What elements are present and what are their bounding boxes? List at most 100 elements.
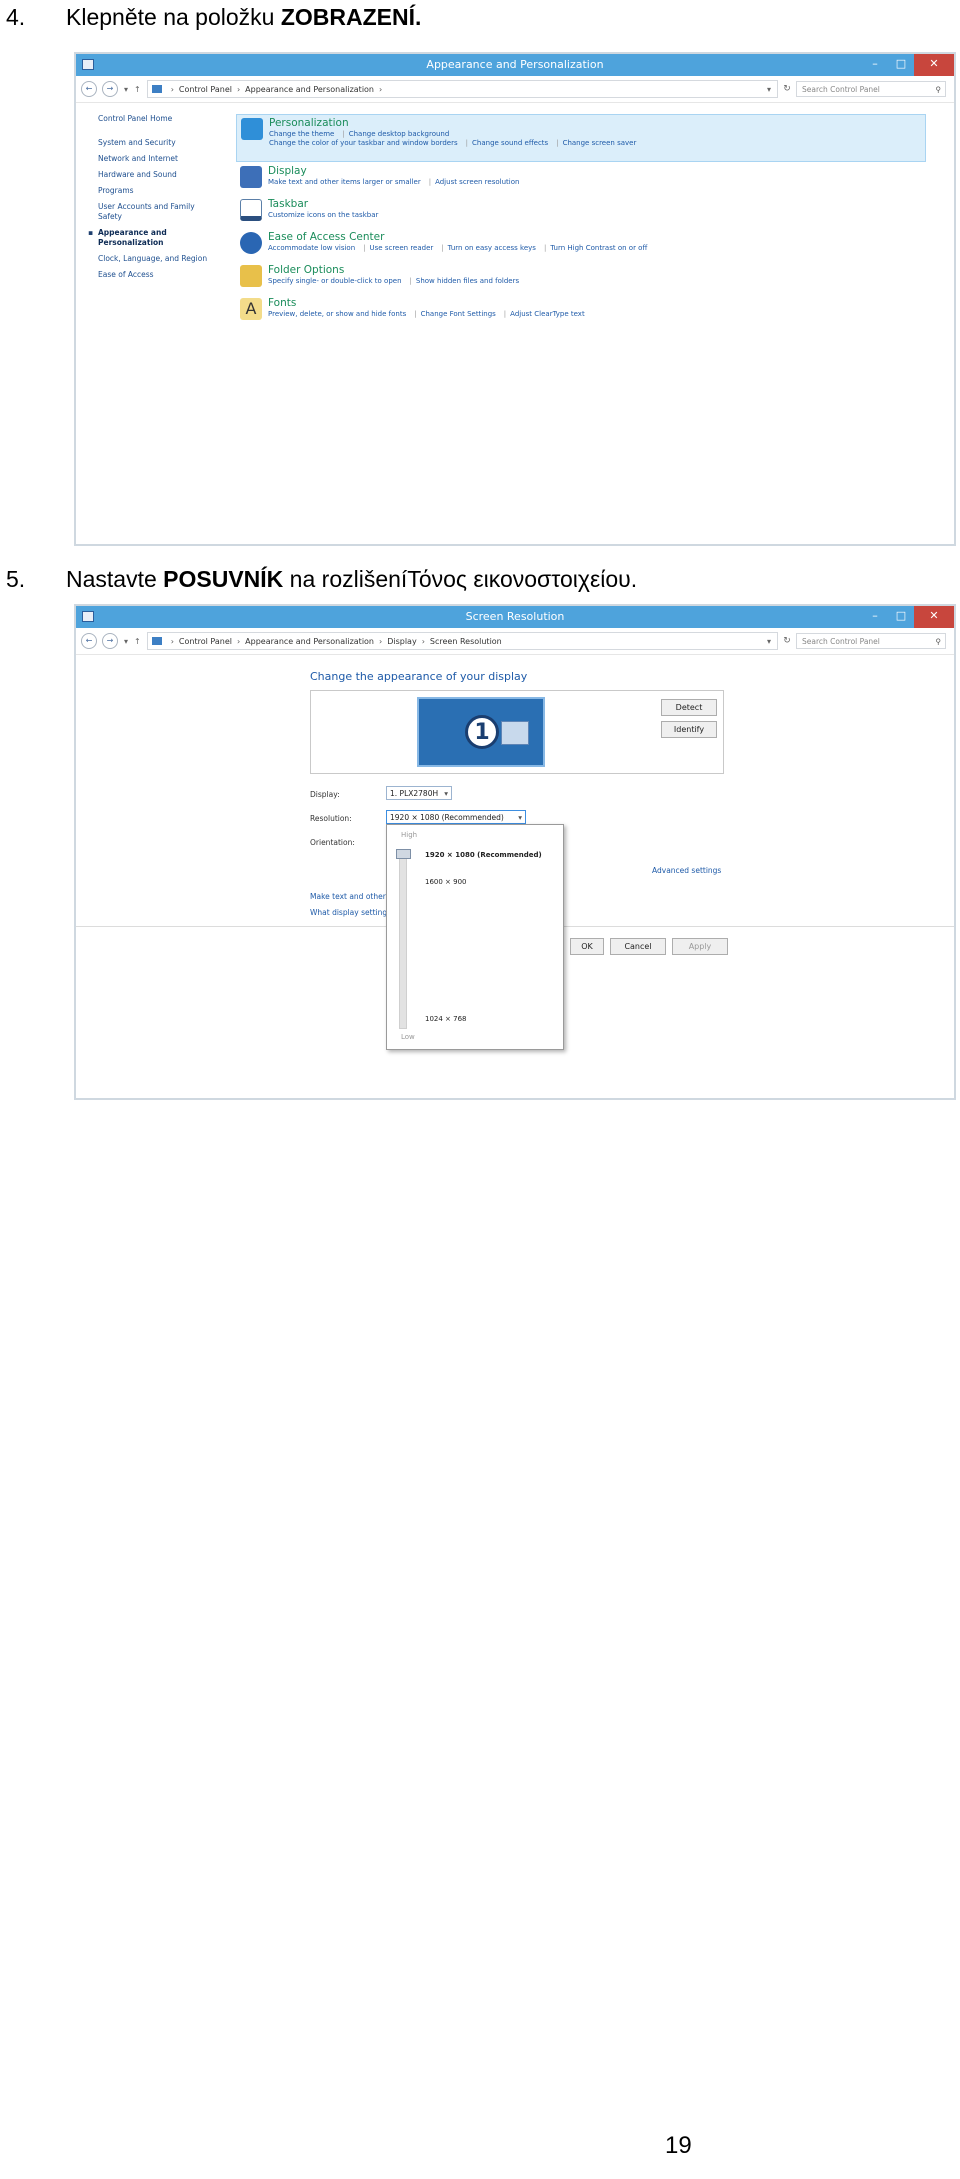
sidebar-item-hardware[interactable]: Hardware and Sound — [98, 170, 228, 180]
control-panel-icon — [151, 637, 162, 645]
breadcrumb-item[interactable]: Control Panel — [179, 85, 232, 94]
up-icon[interactable]: ↑ — [134, 85, 141, 94]
window-icon — [82, 611, 94, 622]
close-icon[interactable]: ✕ — [914, 606, 954, 628]
close-icon[interactable]: ✕ — [914, 54, 954, 76]
breadcrumb[interactable]: › Control Panel › Appearance and Persona… — [146, 632, 778, 650]
page-number: 19 — [665, 2132, 692, 2159]
sidebar-item-clock[interactable]: Clock, Language, and Region — [98, 254, 228, 264]
maximize-icon[interactable]: □ — [888, 606, 914, 628]
link[interactable]: Make text and other items larger or smal… — [268, 178, 421, 186]
link[interactable]: Accommodate low vision — [268, 244, 355, 252]
display-select[interactable]: 1. PLX2780H ▾ — [386, 786, 452, 800]
link[interactable]: Customize icons on the taskbar — [268, 211, 378, 219]
window-title: Appearance and Personalization — [426, 58, 604, 71]
ok-button[interactable]: OK — [570, 938, 604, 955]
sidebar-item-ease[interactable]: Ease of Access — [98, 270, 228, 280]
breadcrumb-item[interactable]: Appearance and Personalization — [245, 637, 374, 646]
back-icon[interactable]: ← — [81, 633, 97, 649]
up-icon[interactable]: ↑ — [134, 637, 141, 646]
slider-option[interactable]: 1024 × 768 — [425, 1015, 467, 1023]
screenshot-appearance-window: Appearance and Personalization – □ ✕ ← →… — [74, 52, 956, 546]
cancel-button[interactable]: Cancel — [610, 938, 666, 955]
link[interactable]: Show hidden files and folders — [416, 277, 519, 285]
resolution-label: Resolution: — [310, 814, 352, 823]
address-dropdown-icon[interactable]: ▾ — [767, 637, 771, 646]
breadcrumb[interactable]: › Control Panel › Appearance and Persona… — [146, 80, 778, 98]
monitor-number: 1 — [465, 715, 499, 749]
forward-icon[interactable]: → — [102, 81, 118, 97]
breadcrumb-item[interactable]: Screen Resolution — [430, 637, 502, 646]
chevron-down-icon: ▾ — [444, 789, 448, 798]
link[interactable]: Change desktop background — [349, 130, 450, 138]
step-5-instruction: 5. Nastavte POSUVNÍK na rozlišeníΤόνος ει… — [6, 566, 637, 593]
step-number: 4. — [6, 4, 26, 30]
link[interactable]: Turn on easy access keys — [448, 244, 536, 252]
link[interactable]: Change Font Settings — [421, 310, 496, 318]
back-icon[interactable]: ← — [81, 81, 97, 97]
advanced-settings-link[interactable]: Advanced settings — [652, 866, 721, 875]
link[interactable]: Specify single- or double-click to open — [268, 277, 402, 285]
sidebar-item-home[interactable]: Control Panel Home — [98, 114, 228, 124]
link[interactable]: Preview, delete, or show and hide fonts — [268, 310, 406, 318]
breadcrumb-item[interactable]: Appearance and Personalization — [245, 85, 374, 94]
search-icon: ⚲ — [935, 84, 942, 94]
category-ease-of-access[interactable]: Ease of Access Center Accommodate low vi… — [236, 229, 926, 261]
link[interactable]: Change sound effects — [472, 139, 548, 147]
step-number: 5. — [6, 566, 26, 592]
refresh-icon[interactable]: ↻ — [778, 84, 796, 94]
slider-option[interactable]: 1600 × 900 — [425, 878, 467, 886]
slider-option[interactable]: 1920 × 1080 (Recommended) — [425, 851, 542, 859]
recent-dropdown-icon[interactable]: ▾ — [124, 637, 128, 646]
detect-button[interactable]: Detect — [661, 699, 717, 716]
sidebar-item-programs[interactable]: Programs — [98, 186, 228, 196]
title-bar: Screen Resolution – □ ✕ — [76, 606, 954, 628]
resolution-select[interactable]: 1920 × 1080 (Recommended) ▾ — [386, 810, 526, 824]
minimize-icon[interactable]: – — [862, 606, 888, 628]
search-input[interactable]: Search Control Panel ⚲ — [796, 81, 946, 97]
category-display[interactable]: Display Make text and other items larger… — [236, 163, 926, 195]
category-folder-options[interactable]: Folder Options Specify single- or double… — [236, 262, 926, 294]
chevron-down-icon: ▾ — [518, 813, 522, 822]
link[interactable]: Adjust screen resolution — [435, 178, 519, 186]
recent-dropdown-icon[interactable]: ▾ — [124, 85, 128, 94]
category-fonts[interactable]: A Fonts Preview, delete, or show and hid… — [236, 295, 926, 327]
resolution-slider-thumb[interactable] — [396, 849, 411, 859]
sidebar-item-system[interactable]: System and Security — [98, 138, 228, 148]
link[interactable]: Turn High Contrast on or off — [550, 244, 647, 252]
step-keyword: POSUVNÍK — [163, 566, 284, 592]
apply-button[interactable]: Apply — [672, 938, 728, 955]
display-label: Display: — [310, 790, 340, 799]
address-dropdown-icon[interactable]: ▾ — [767, 85, 771, 94]
link[interactable]: Change the color of your taskbar and win… — [269, 139, 458, 147]
page-heading: Change the appearance of your display — [310, 670, 528, 683]
step-keyword: ZOBRAZENÍ. — [280, 4, 422, 30]
step-text: Klepněte na položku — [66, 4, 281, 30]
link[interactable]: Adjust ClearType text — [510, 310, 585, 318]
link[interactable]: Change the theme — [269, 130, 334, 138]
step-text: Nastavte — [66, 566, 164, 592]
resolution-slider-track[interactable] — [399, 849, 407, 1029]
sidebar-item-network[interactable]: Network and Internet — [98, 154, 228, 164]
identify-button[interactable]: Identify — [661, 721, 717, 738]
link[interactable]: Use screen reader — [370, 244, 434, 252]
sidebar-item-appearance[interactable]: Appearance and Personalization — [88, 228, 178, 248]
make-text-link[interactable]: Make text and other — [310, 892, 386, 901]
category-personalization[interactable]: Personalization Change the theme | Change … — [236, 114, 926, 162]
forward-icon[interactable]: → — [102, 633, 118, 649]
step-4-instruction: 4. Klepněte na položku ZOBRAZENÍ. — [6, 4, 421, 31]
display-settings-link[interactable]: What display setting — [310, 908, 387, 917]
sidebar-item-users[interactable]: User Accounts and Family Safety — [98, 202, 208, 222]
maximize-icon[interactable]: □ — [888, 54, 914, 76]
refresh-icon[interactable]: ↻ — [778, 636, 796, 646]
link[interactable]: Change screen saver — [563, 139, 637, 147]
minimize-icon[interactable]: – — [862, 54, 888, 76]
search-input[interactable]: Search Control Panel ⚲ — [796, 633, 946, 649]
ease-of-access-icon — [240, 232, 262, 254]
monitor-preview[interactable]: 1 — [417, 697, 545, 767]
breadcrumb-item[interactable]: Control Panel — [179, 637, 232, 646]
category-taskbar[interactable]: Taskbar Customize icons on the taskbar — [236, 196, 926, 228]
folder-icon — [240, 265, 262, 287]
breadcrumb-item[interactable]: Display — [387, 637, 417, 646]
orientation-label: Orientation: — [310, 838, 355, 847]
